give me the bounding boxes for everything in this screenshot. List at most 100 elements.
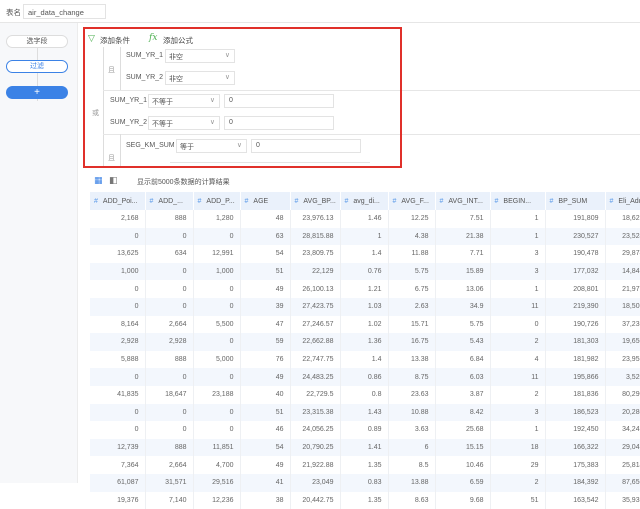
column-header[interactable]: #AVG_INT... xyxy=(435,192,490,210)
add-step-button[interactable]: + xyxy=(6,86,68,99)
add-formula-button[interactable]: 添加公式 xyxy=(163,35,193,46)
column-header[interactable]: #AGE xyxy=(240,192,290,210)
divider xyxy=(103,90,640,91)
add-condition-button[interactable]: 添加条件 xyxy=(100,35,130,46)
table-cell: 1 xyxy=(490,210,545,228)
table-row: 1,00001,0005122,1290.765.7515.893177,032… xyxy=(90,263,640,281)
table-cell: 6.75 xyxy=(388,280,435,298)
table-cell: 8.63 xyxy=(388,492,435,509)
table-cell: 7,364 xyxy=(90,456,145,474)
table-cell: 0 xyxy=(145,298,193,316)
column-title: Eli_Add_Poi... xyxy=(618,198,640,205)
table-cell: 10.88 xyxy=(388,404,435,422)
table-cell: 1.41 xyxy=(340,439,388,457)
table-name-label: 表名 xyxy=(6,7,21,18)
table-cell: 19,650 xyxy=(605,333,640,351)
formula-icon: fx xyxy=(149,33,157,43)
table-cell: 634 xyxy=(145,245,193,263)
numeric-type-icon: # xyxy=(150,198,154,205)
filter-step[interactable]: 过滤 xyxy=(6,60,68,73)
or-group-label[interactable]: 或 xyxy=(92,108,99,118)
numeric-type-icon: # xyxy=(295,198,299,205)
operator-select[interactable]: 不等于∨ xyxy=(148,94,220,108)
table-cell: 11 xyxy=(490,298,545,316)
table-cell: 1.03 xyxy=(340,298,388,316)
condition-value-input[interactable]: 0 xyxy=(224,94,334,108)
table-cell: 0 xyxy=(145,368,193,386)
column-header[interactable]: #AVG_F... xyxy=(388,192,435,210)
table-cell: 2,928 xyxy=(90,333,145,351)
column-header[interactable]: #BEGIN... xyxy=(490,192,545,210)
operator-select[interactable]: 非空∨ xyxy=(165,49,235,63)
table-cell: 18 xyxy=(490,439,545,457)
column-title: BP_SUM xyxy=(558,198,587,205)
table-cell: 0 xyxy=(90,368,145,386)
table-cell: 27,246.57 xyxy=(290,316,340,334)
table-row: 13,62563412,9915423,809.751.411.887.7131… xyxy=(90,245,640,263)
table-cell: 18,626 xyxy=(605,210,640,228)
table-cell: 1.35 xyxy=(340,492,388,509)
table-cell: 192,450 xyxy=(545,421,605,439)
table-row: 41,83518,64723,1884022,729.50.823.633.87… xyxy=(90,386,640,404)
numeric-type-icon: # xyxy=(245,198,249,205)
table-cell: 20,280 xyxy=(605,404,640,422)
table-cell: 3.63 xyxy=(388,421,435,439)
table-cell: 181,836 xyxy=(545,386,605,404)
column-header[interactable]: #AVG_BP... xyxy=(290,192,340,210)
table-cell: 35,935 xyxy=(605,492,640,509)
table-cell: 2 xyxy=(490,386,545,404)
table-cell: 5,000 xyxy=(193,351,240,369)
column-header[interactable]: #Eli_Add_Poi... xyxy=(605,192,640,210)
table-cell: 6 xyxy=(388,439,435,457)
table-row: 7,3642,6644,7004921,922.881.358.510.4629… xyxy=(90,456,640,474)
table-cell: 51 xyxy=(490,492,545,509)
table-row: 8,1642,6645,5004727,246.571.0215.715.750… xyxy=(90,316,640,334)
column-title: ADD_P... xyxy=(206,198,234,205)
table-cell: 0 xyxy=(90,228,145,246)
table-cell: 2,664 xyxy=(145,456,193,474)
grid-view-icon[interactable]: ▦ xyxy=(94,175,103,186)
operator-select[interactable]: 等于∨ xyxy=(176,139,247,153)
column-header[interactable]: #BP_SUM xyxy=(545,192,605,210)
result-table: #ADD_Poi...#ADD_...#ADD_P...#AGE#AVG_BP.… xyxy=(90,192,640,509)
table-cell: 46 xyxy=(240,421,290,439)
table-cell: 0 xyxy=(193,228,240,246)
column-header[interactable]: #avg_di... xyxy=(340,192,388,210)
and-group-label[interactable]: 且 xyxy=(108,153,115,163)
table-cell: 1 xyxy=(490,228,545,246)
table-name-input[interactable]: air_data_change xyxy=(23,4,106,19)
table-cell: 3 xyxy=(490,245,545,263)
and-group-label[interactable]: 且 xyxy=(108,65,115,75)
table-cell: 76 xyxy=(240,351,290,369)
table-cell: 6.84 xyxy=(435,351,490,369)
condition-value-input[interactable]: 0 xyxy=(251,139,361,153)
numeric-type-icon: # xyxy=(440,198,444,205)
column-header[interactable]: #ADD_Poi... xyxy=(90,192,145,210)
top-bar: 表名 air_data_change xyxy=(0,0,640,23)
table-cell: 13.38 xyxy=(388,351,435,369)
operator-select[interactable]: 非空∨ xyxy=(165,71,235,85)
table-cell: 12,991 xyxy=(193,245,240,263)
table-cell: 0 xyxy=(193,298,240,316)
operator-value: 等于 xyxy=(180,144,194,151)
table-cell: 181,303 xyxy=(545,333,605,351)
table-cell: 16.75 xyxy=(388,333,435,351)
table-cell: 5.43 xyxy=(435,333,490,351)
condition-value-input[interactable]: 0 xyxy=(224,116,334,130)
operator-value: 非空 xyxy=(169,76,183,83)
table-cell: 2,168 xyxy=(90,210,145,228)
select-fields-step[interactable]: 选字段 xyxy=(6,35,68,48)
operator-select[interactable]: 不等于∨ xyxy=(148,116,220,130)
column-header[interactable]: #ADD_P... xyxy=(193,192,240,210)
table-cell: 195,866 xyxy=(545,368,605,386)
table-cell: 1,280 xyxy=(193,210,240,228)
table-cell: 29 xyxy=(490,456,545,474)
panel-view-icon[interactable]: ◧ xyxy=(109,175,118,186)
column-header[interactable]: #ADD_... xyxy=(145,192,193,210)
table-cell: 41,835 xyxy=(90,386,145,404)
table-cell: 8.5 xyxy=(388,456,435,474)
table-cell: 49 xyxy=(240,456,290,474)
table-cell: 0 xyxy=(90,404,145,422)
table-cell: 1.35 xyxy=(340,456,388,474)
table-row: 0003927,423.751.032.6334.911219,39018,50… xyxy=(90,298,640,316)
